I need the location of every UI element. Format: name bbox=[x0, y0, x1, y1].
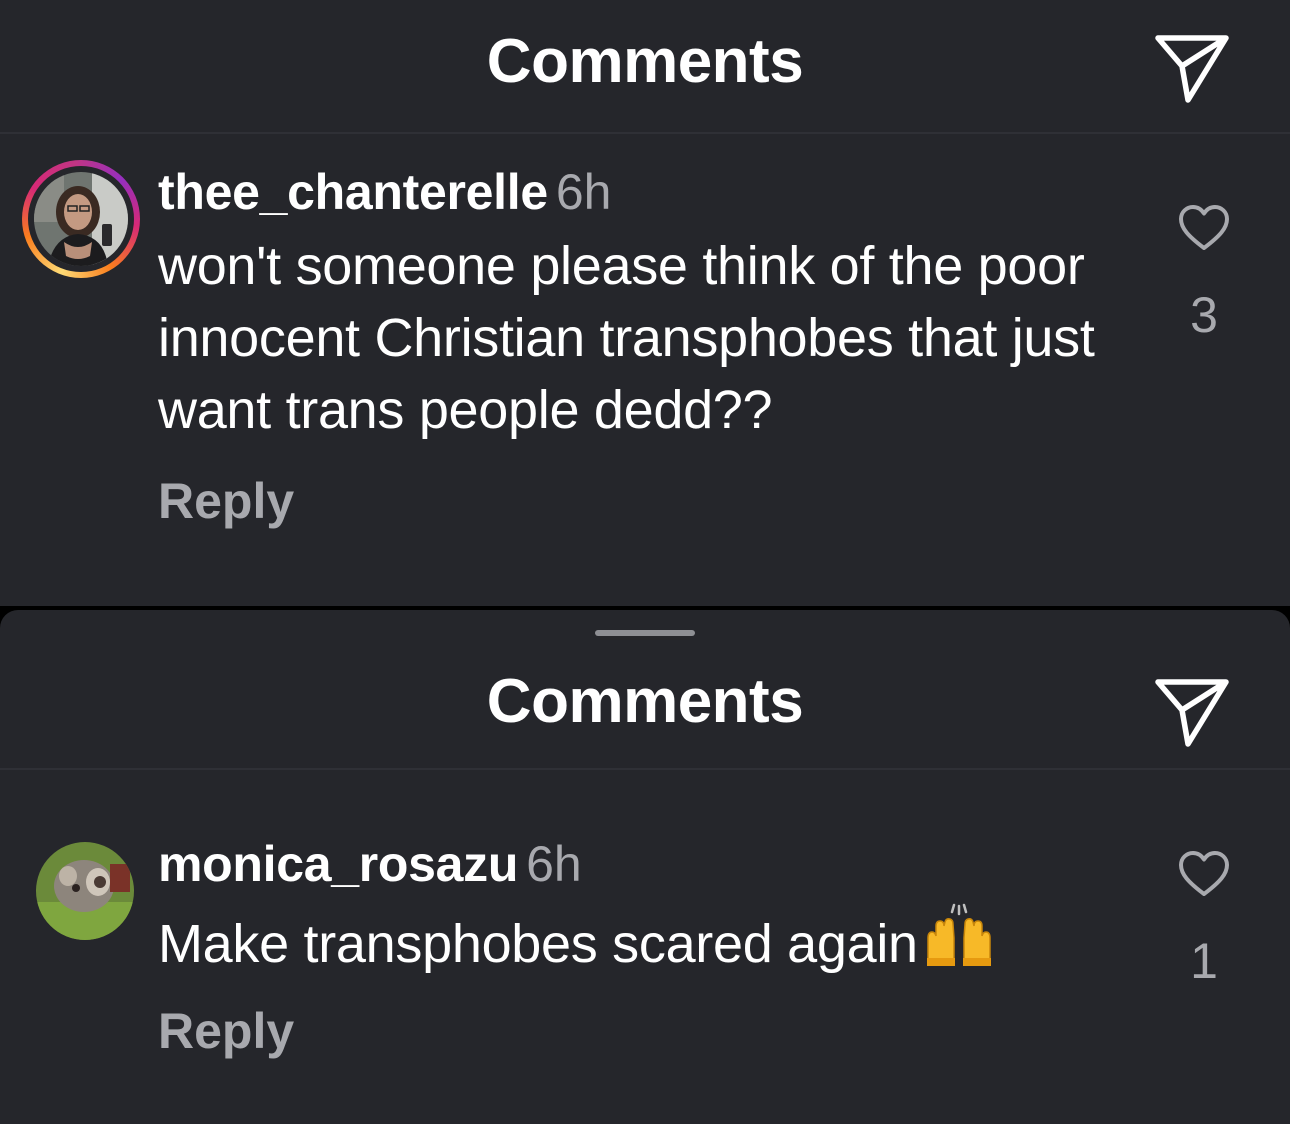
avatar-photo bbox=[36, 842, 134, 940]
sheet-header: Comments bbox=[0, 636, 1290, 770]
reply-button[interactable]: Reply bbox=[158, 1002, 294, 1060]
comment-text-content: Make transphobes scared again bbox=[158, 914, 918, 974]
avatar[interactable] bbox=[36, 842, 134, 940]
avatar-photo bbox=[34, 172, 128, 266]
comments-sheet-1: Comments thee_chanterelle 6h won't someo… bbox=[0, 0, 1290, 606]
like-count: 3 bbox=[1190, 287, 1218, 343]
username-link[interactable]: thee_chanterelle bbox=[158, 164, 548, 220]
avatar[interactable] bbox=[22, 160, 140, 278]
paper-plane-icon[interactable] bbox=[1152, 28, 1232, 108]
avatar-image bbox=[36, 842, 134, 940]
heart-outline-icon[interactable] bbox=[1178, 850, 1230, 898]
sheet-title: Comments bbox=[486, 667, 804, 736]
comment-body: monica_rosazu 6h Make transphobes scared … bbox=[158, 834, 1138, 1060]
avatar-image bbox=[34, 172, 128, 266]
like-column: 3 bbox=[1158, 204, 1250, 344]
comment-meta: monica_rosazu 6h bbox=[158, 834, 1138, 894]
timestamp: 6h bbox=[555, 164, 612, 220]
comments-sheet-2: Comments monica_rosazu 6h Make transphob… bbox=[0, 610, 1290, 1124]
username-link[interactable]: monica_rosazu bbox=[158, 836, 518, 892]
paper-plane-icon[interactable] bbox=[1152, 672, 1232, 752]
reply-button[interactable]: Reply bbox=[158, 472, 294, 530]
like-count: 1 bbox=[1190, 933, 1218, 989]
timestamp: 6h bbox=[526, 836, 582, 892]
sheet-title: Comments bbox=[486, 27, 804, 96]
comment-text: Make transphobes scared again bbox=[158, 902, 1138, 980]
raising-hands-emoji-icon bbox=[926, 903, 991, 966]
comment-text: won't someone please think of the poor i… bbox=[158, 236, 1095, 440]
sheet-header: Comments bbox=[0, 0, 1290, 134]
like-column: 1 bbox=[1158, 850, 1250, 990]
heart-outline-icon[interactable] bbox=[1178, 204, 1230, 252]
comment-meta: thee_chanterelle 6h bbox=[158, 162, 1138, 222]
comment-body: thee_chanterelle 6h won't someone please … bbox=[158, 162, 1138, 530]
